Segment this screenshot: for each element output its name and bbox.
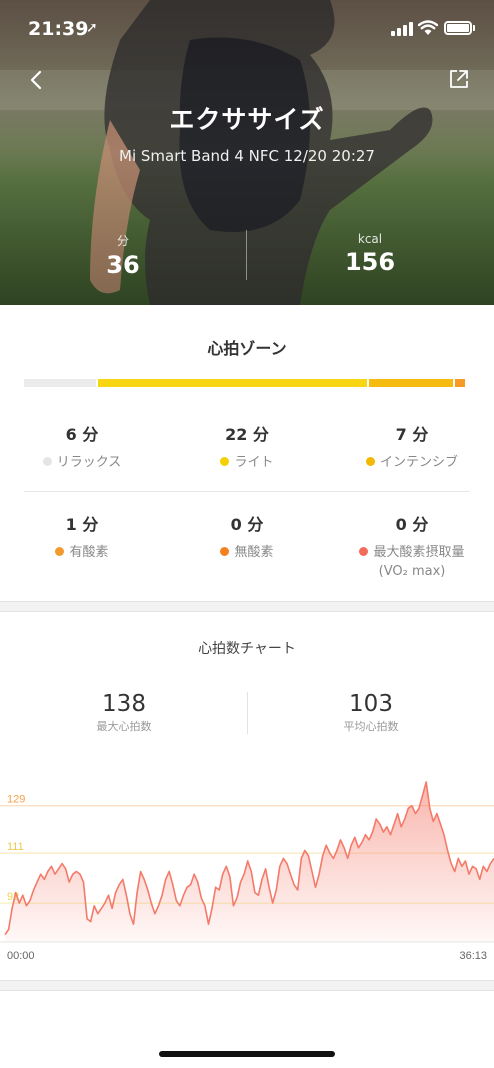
battery-tip	[473, 25, 475, 31]
x-tick-end: 36:13	[459, 950, 487, 962]
zone-relax-dot	[42, 457, 52, 466]
max-hr-label: 最大心拍数	[96, 720, 152, 733]
zone-anaerobic-dot	[220, 547, 230, 556]
zone-aerobic: 1 分 有酸素	[0, 511, 164, 562]
device-datetime: Mi Smart Band 4 NFC 12/20 20:27	[119, 147, 375, 165]
zone-aerobic-value: 1 分	[65, 515, 99, 534]
x-tick-start: 00:00	[7, 950, 35, 962]
zone-aerobic-dot	[55, 547, 65, 556]
hr-stat-divider	[247, 692, 248, 734]
max-hr-stat: 138 最大心拍数	[54, 691, 194, 734]
zone-intensive: 7 分 インテンシブ	[330, 421, 494, 472]
zone-anaerobic-label: 無酸素	[234, 545, 274, 560]
ref-label-111: 111	[7, 841, 24, 853]
zone-relax: 6 分 リラックス	[0, 421, 164, 472]
home-indicator[interactable]	[159, 1051, 335, 1057]
avg-hr-stat: 103 平均心拍数	[301, 691, 441, 734]
zone-vo2max-value: 0 分	[395, 515, 429, 534]
zone-relax-label: リラックス	[56, 455, 122, 470]
duration-unit: 分	[116, 234, 129, 248]
zone-intensive-dot	[365, 457, 375, 466]
duration-value: 36	[106, 251, 140, 279]
signal-icon	[391, 22, 413, 36]
zone-bar-relax	[24, 379, 96, 387]
heart-zone-bar	[24, 379, 467, 387]
stat-divider	[246, 230, 247, 280]
battery-icon	[444, 21, 472, 35]
heart-zone-title: 心拍ゾーン	[207, 339, 287, 358]
zone-bar-aerobic	[455, 379, 465, 387]
zone-vo2max-sublabel: (VO₂ max)	[378, 564, 446, 579]
heart-rate-chart: 12911192 00:00 36:13	[0, 781, 494, 962]
share-button[interactable]	[448, 68, 470, 90]
calories-unit: kcal	[357, 232, 383, 246]
zone-divider	[24, 491, 470, 492]
ref-label-129: 129	[7, 794, 25, 806]
zone-light: 22 分 ライト	[165, 421, 329, 472]
zone-intensive-value: 7 分	[395, 425, 429, 444]
zone-light-value: 22 分	[225, 425, 269, 444]
zone-bar-light	[98, 379, 367, 387]
location-arrow-icon: ➚	[86, 20, 98, 36]
status-time: 21:39	[28, 18, 89, 40]
zone-vo2max-label: 最大酸素摂取量	[373, 545, 465, 560]
avg-hr-value: 103	[349, 691, 393, 717]
wifi-icon	[418, 20, 438, 35]
hr-chart-title: 心拍数チャート	[198, 641, 296, 657]
hero-banner: 21:39 ➚ エクササイズ Mi Smart Band 4 NFC 12/20…	[0, 0, 494, 305]
zone-bar-intensive	[369, 379, 453, 387]
zone-light-label: ライト	[234, 455, 274, 470]
status-bar: 21:39 ➚	[0, 0, 494, 58]
duration-stat: 分 36	[63, 232, 183, 279]
zone-aerobic-label: 有酸素	[69, 545, 109, 560]
max-hr-value: 138	[102, 691, 146, 717]
calories-value: 156	[344, 248, 396, 276]
zone-intensive-label: インテンシブ	[379, 455, 458, 470]
avg-hr-label: 平均心拍数	[343, 720, 399, 733]
back-button[interactable]	[24, 66, 48, 94]
chevron-left-icon	[30, 70, 42, 90]
zone-vo2max-dot	[359, 547, 369, 556]
zone-vo2max: 0 分 最大酸素摂取量 (VO₂ max)	[330, 511, 494, 581]
zone-light-dot	[220, 457, 230, 466]
share-icon	[450, 70, 468, 88]
page-title: エクササイズ	[169, 105, 325, 134]
section-gap-bottom	[0, 980, 494, 991]
zone-anaerobic-value: 0 分	[230, 515, 264, 534]
zone-relax-value: 6 分	[65, 425, 99, 444]
calories-stat: kcal 156	[310, 232, 430, 276]
section-gap	[0, 601, 494, 612]
zone-anaerobic: 0 分 無酸素	[165, 511, 329, 562]
